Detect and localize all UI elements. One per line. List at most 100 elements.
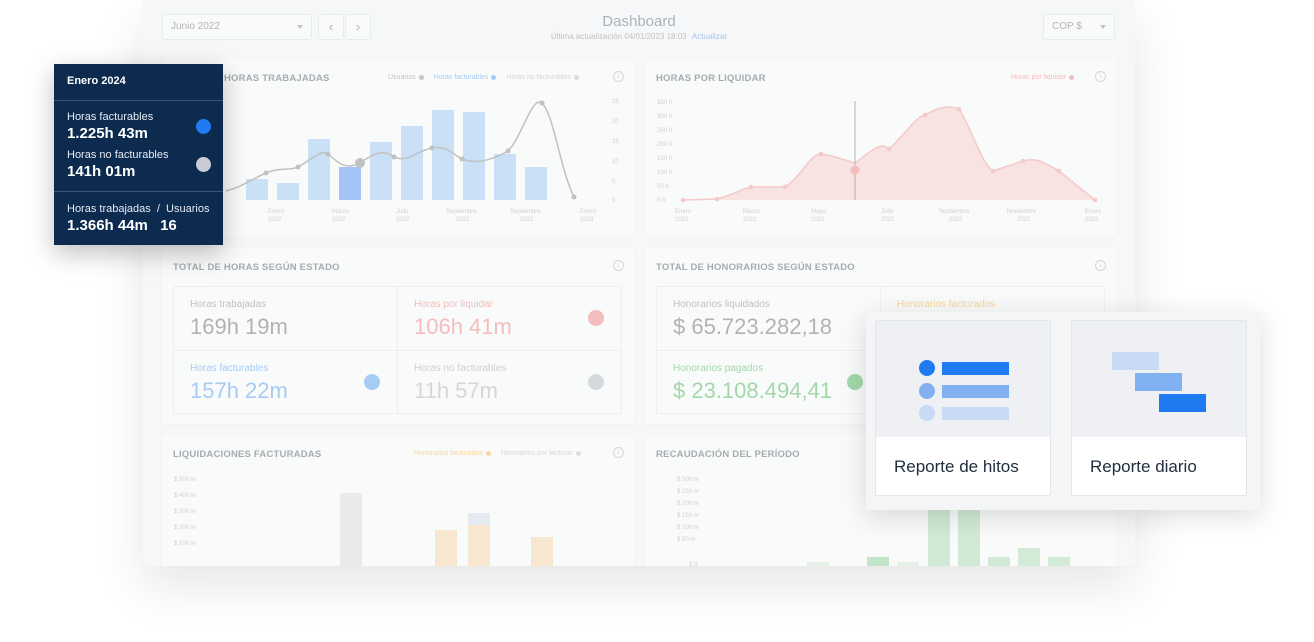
y-tick: $ 200 m [677,501,699,507]
bar [525,167,547,200]
stat-value: 169h 19m [190,314,288,339]
last-update-label: Última actualización 04/01/2023 18:03 [550,32,687,41]
stat-settled-fees: Honorarios liquidados $ 65.723.282,18 [673,299,832,340]
line-point [429,145,435,151]
y-tick: 0 [612,198,616,204]
x-tick: Septiembre [446,209,477,215]
x-tick: Septiembre [939,209,970,215]
tooltip-value: 141h 01m [67,163,136,180]
x-tick: Julio [881,209,894,215]
x-tick: Enero [675,209,692,215]
y-tick: 250 h [657,128,672,134]
y-tick: $ 500 m [174,477,196,483]
daily-report-card[interactable]: Reporte diario [1071,320,1247,496]
tooltip-billable: Horas facturables 1.225h 43m [67,111,153,142]
stat-hours-worked: Horas trabajadas 169h 19m [190,299,288,340]
stat-invoiced-fees: Honorarios facturados [897,299,995,310]
dashboard-topbar: Junio 2022 ‹ › Dashboard Última actualiz… [143,0,1135,55]
y-tick: $ 300 m [677,477,699,483]
stat-hours-to-settle: Horas por liquidar 106h 41m [414,299,512,340]
area-fill [683,107,1095,200]
tooltip-nonbillable: Horas no facturables 141h 01m [67,149,169,180]
milestones-report-card[interactable]: Reporte de hitos [875,320,1051,496]
y-tick: $ 150 m [677,513,699,519]
users-line [225,101,575,198]
x-tick: Mayo [811,209,826,215]
x-tick: Julio [396,209,409,215]
y-tick: $ 250 m [677,489,699,495]
status-dot [588,310,604,326]
tooltip-users-value: 16 [160,217,177,234]
list-bar [942,362,1009,375]
x-tick: 2022 [396,217,410,223]
line-point [818,151,824,157]
stat-label: Honorarios liquidados [673,299,770,310]
x-tick: Enero [1085,209,1102,215]
stat-label: Horas trabajadas [190,299,267,310]
line-point [325,151,331,157]
billable-dot [196,119,211,134]
hours-worked-chart: 25 20 15 10 5 0 Enero 2022 Marzo 2022 Ju… [225,99,619,223]
bar [308,139,330,200]
line-point [505,148,511,154]
currency-select[interactable]: COP $ [1043,14,1115,40]
tooltip-value: 1.225h 43m [67,125,148,142]
stat-label: Honorarios pagados [673,363,764,374]
x-tick: Noviembre [1007,209,1037,215]
line-point [714,196,720,202]
y-tick: 15 [612,139,619,145]
stat-label: Horas no facturables [414,363,507,374]
x-tick: Enero [268,209,285,215]
x-tick: Marzo [332,209,349,215]
x-tick: 2022 [332,217,346,223]
bar [340,493,362,566]
tooltip-worked-users: Horas trabajadas / Usuarios 1.366h 44m 1… [67,203,209,234]
line-point [571,194,577,200]
y-tick: 150 h [657,156,672,162]
gantt-bar [1112,352,1159,370]
stat-billable-hours: Horas facturables 157h 22m [190,363,288,404]
line-point [459,156,465,162]
stat-value: 157h 22m [190,378,288,403]
stat-value: 11h 57m [414,378,498,403]
status-dot [588,374,604,390]
y-tick: $ 200 m [174,525,196,531]
milestones-report-thumbnail [876,321,1050,437]
y-tick: $ 50 m [677,537,695,543]
x-tick: 2022 [675,217,689,223]
y-tick: 350 h [657,100,672,106]
line-point [886,146,892,152]
refresh-link[interactable]: Actualizar [692,32,727,41]
info-icon[interactable]: i [1095,260,1106,271]
line-point [922,112,928,118]
stat-label: Honorarios facturados [897,299,996,310]
bar [432,110,454,200]
bar [468,525,490,566]
bar [807,562,829,566]
info-icon[interactable]: i [613,260,624,271]
bar [988,557,1010,566]
tooltip-title: Enero 2024 [67,75,126,87]
nonbillable-dot [196,157,211,172]
line-point [263,170,269,176]
line-point [391,154,397,160]
reports-panel: Reporte de hitos Reporte diario [866,312,1260,510]
stat-label: Horas facturables [190,363,269,374]
line-point [539,100,545,106]
stat-label: Horas por liquidar [414,299,493,310]
x-tick: 2023 [580,217,594,223]
list-bar [942,385,1009,398]
invoiced-settlements-chart: $ 500 m $ 400 m $ 300 m $ 200 m $ 100 m [174,477,553,566]
y-tick: 25 [612,99,619,105]
x-tick: 2022 [1017,217,1031,223]
x-tick: Enero [580,209,597,215]
y-tick: $ 400 m [174,493,196,499]
bar [401,126,423,200]
hours-worked-card: HORAS TRABAJADAS Usuarios Horas facturab… [162,59,634,237]
list-bullet [919,383,935,399]
line-point [680,197,686,203]
x-tick: Marzo [743,209,760,215]
stat-paid-fees: Honorarios pagados $ 23.108.494,41 [673,363,832,404]
x-tick: 2022 [520,217,534,223]
y-tick: $ 100 m [174,541,196,547]
